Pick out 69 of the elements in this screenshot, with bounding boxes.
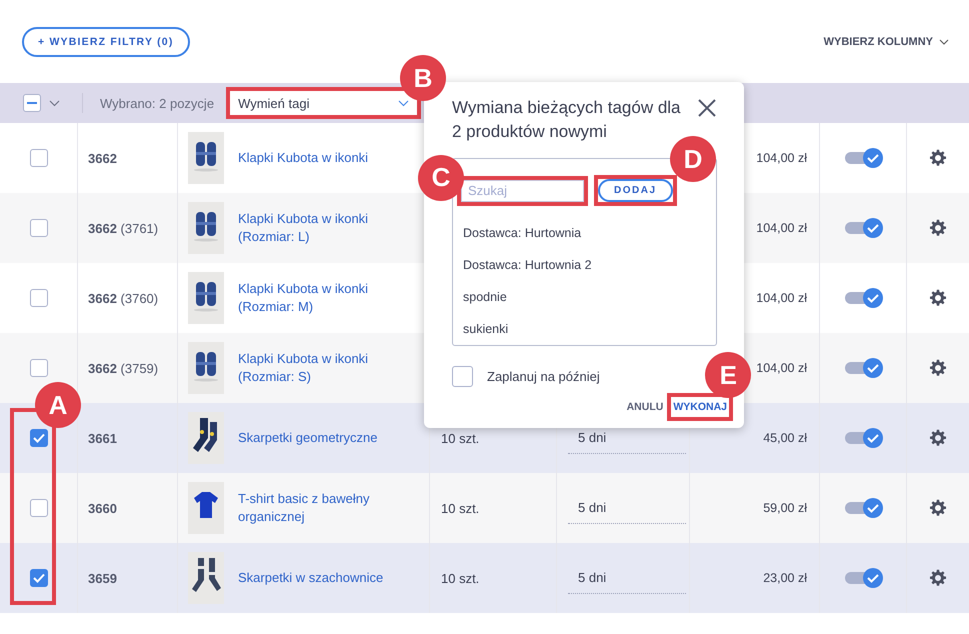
product-variant: (Rozmiar: M) [238,298,314,316]
price: 104,00 zł [756,291,807,305]
callout-marker: C [418,154,464,200]
tag-item[interactable]: Dostawca: Hurtownia 2 [463,258,716,272]
settings-icon[interactable] [929,149,947,167]
chevron-down-icon [939,38,949,44]
row-checkbox[interactable] [30,569,48,587]
tag-item[interactable]: Dostawca: Hurtownia [463,226,716,240]
product-id: 3661 [88,430,117,446]
product-variant: (Rozmiar: L) [238,228,311,246]
days-field[interactable]: 5 dni [568,562,686,594]
bulk-checkbox[interactable] [23,94,41,112]
search-field[interactable]: Szukaj [461,180,584,202]
columns-dropdown[interactable]: WYBIERZ KOLUMNY [824,36,949,48]
product-name-link[interactable]: T-shirt basic z bawełny organicznej [238,490,408,526]
callout-marker: E [705,352,752,398]
schedule-checkbox[interactable] [452,366,473,387]
row-checkbox[interactable] [30,429,48,447]
settings-icon[interactable] [929,569,947,587]
product-name-link[interactable]: Klapki Kubota w ikonki [238,280,368,298]
days-field[interactable]: 5 dni [568,492,686,524]
row-checkbox[interactable] [30,219,48,237]
price: 104,00 zł [756,361,807,375]
price: 45,00 zł [763,431,807,445]
quantity: 10 szt. [441,570,480,586]
product-variant: (Rozmiar: S) [238,368,312,386]
settings-icon[interactable] [929,429,947,447]
row-checkbox[interactable] [30,149,48,167]
confirm-button[interactable]: WYKONAJ [671,397,729,417]
settings-icon[interactable] [929,359,947,377]
row-checkbox[interactable] [30,289,48,307]
action-select[interactable]: Wymień tagi [230,91,418,115]
callout-marker: B [400,55,446,101]
quantity: 10 szt. [441,500,480,516]
product-name-link[interactable]: Skarpetki geometryczne [238,429,378,447]
product-name-link[interactable]: Klapki Kubota w ikonki [238,210,368,228]
selection-count: Wybrano: 2 pozycje [100,96,214,110]
filters-button[interactable]: + WYBIERZ FILTRY (0) [22,26,190,56]
product-id: 3660 [88,500,117,516]
row-checkbox[interactable] [30,499,48,517]
check-icon [32,433,44,443]
schedule-label: Zaplanuj na później [487,369,600,384]
price: 59,00 zł [763,501,807,515]
product-name-link[interactable]: Klapki Kubota w ikonki [238,350,368,368]
quantity: 10 szt. [441,430,480,446]
cancel-button[interactable]: ANULU [624,397,666,417]
tag-item[interactable]: sukienki [463,322,716,336]
product-id: 3662 (3759) [88,360,158,376]
close-icon[interactable] [697,98,717,118]
add-button[interactable]: DODAJ [598,179,673,202]
product-name-link[interactable]: Klapki Kubota w ikonki [238,149,368,167]
price: 104,00 zł [756,221,807,235]
check-icon [32,573,44,583]
select-value: Wymień tagi [238,96,310,110]
product-name-link[interactable]: Skarpetki w szachownice [238,569,384,587]
product-id: 3662 (3761) [88,220,158,236]
price: 104,00 zł [756,151,807,165]
product-id: 3662 [88,150,117,166]
price: 23,00 zł [763,571,807,585]
chevron-down-icon [398,100,410,106]
settings-icon[interactable] [929,289,947,307]
chevron-down-icon[interactable] [49,100,60,106]
tag-item[interactable]: spodnie [463,290,716,304]
row-checkbox[interactable] [30,359,48,377]
product-id: 3662 (3760) [88,290,158,306]
settings-icon[interactable] [929,219,947,237]
callout-marker: D [670,136,716,182]
product-id: 3659 [88,570,117,586]
settings-icon[interactable] [929,499,947,517]
